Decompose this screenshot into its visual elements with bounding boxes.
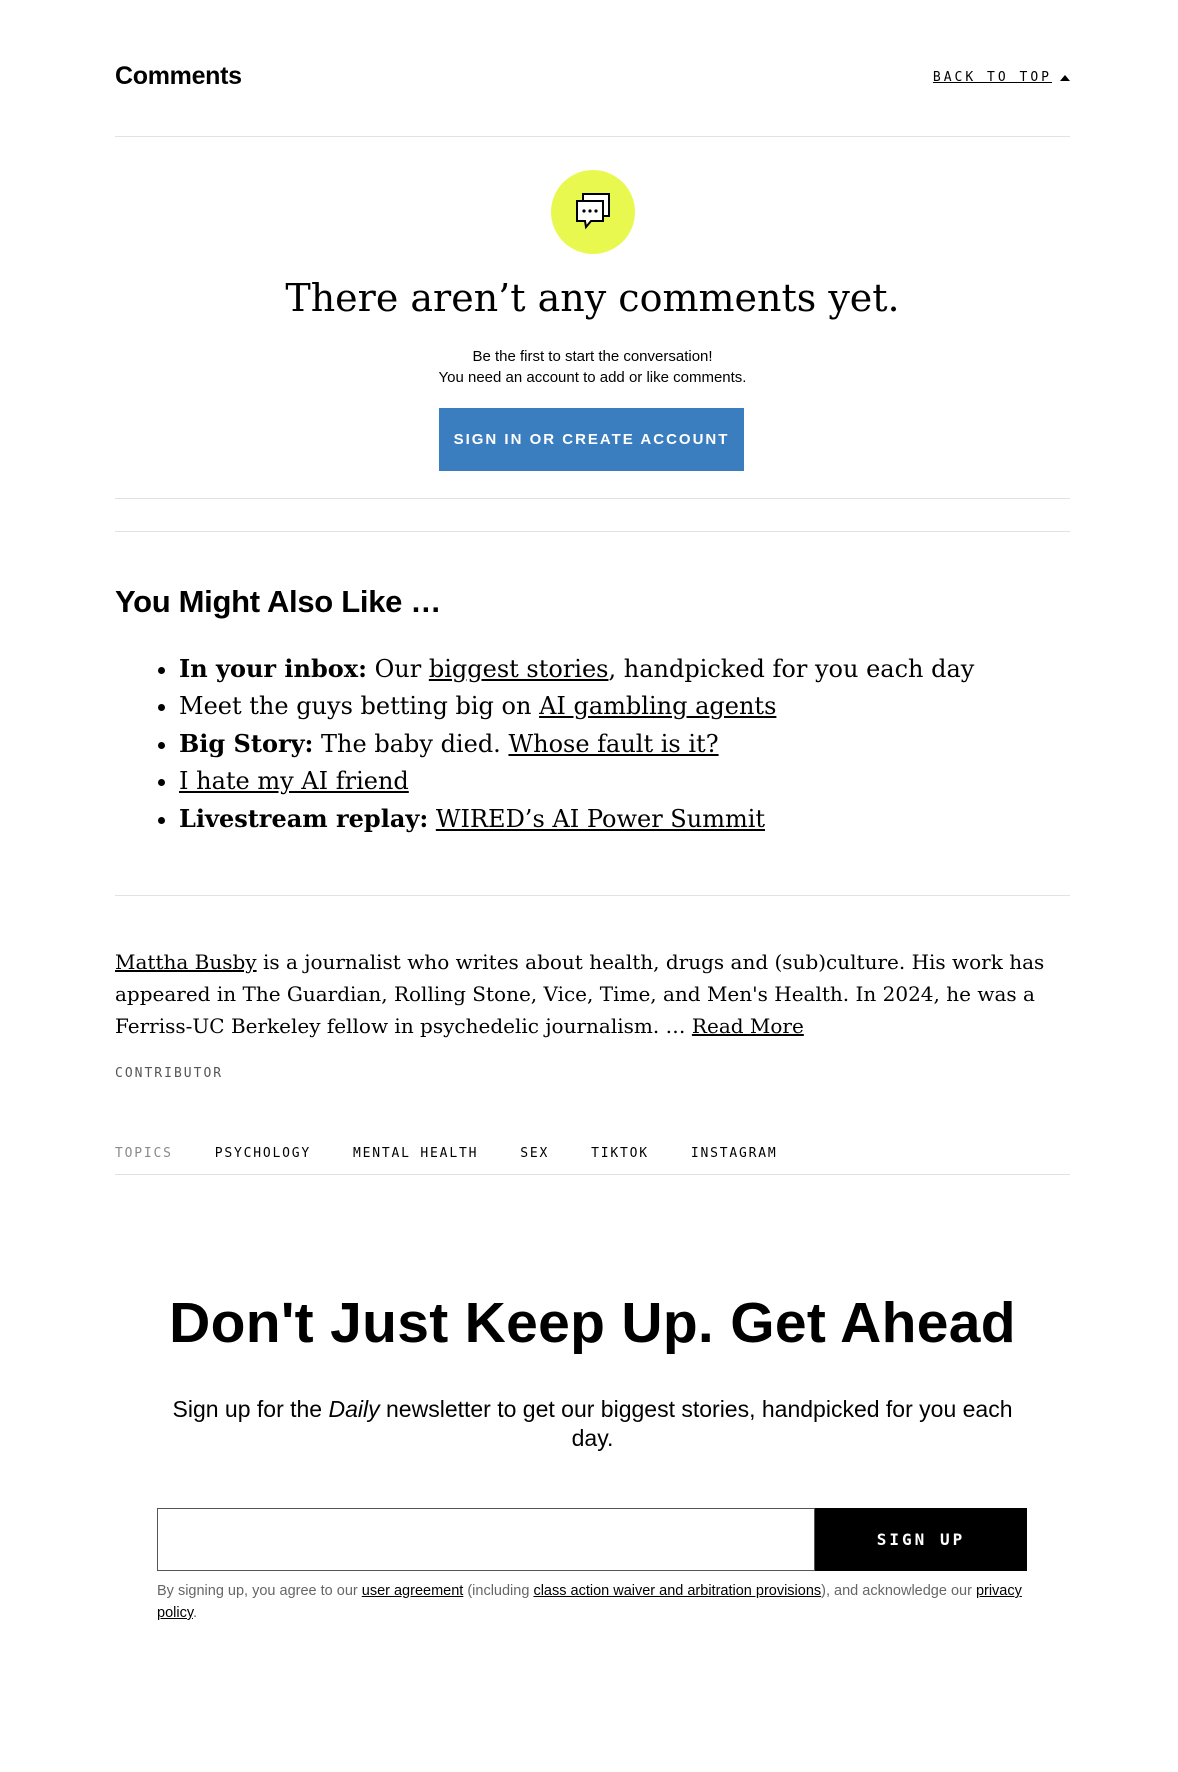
user-agreement-link[interactable]: user agreement [362, 1583, 464, 1599]
sign-up-button[interactable]: SIGN UP [815, 1508, 1027, 1571]
also-like-title: You Might Also Like … [115, 584, 442, 619]
topic-link-instagram[interactable]: INSTAGRAM [691, 1146, 778, 1161]
also-like-item-link[interactable]: AI gambling agents [539, 692, 776, 720]
legal-text: . [193, 1605, 198, 1621]
author-role: CONTRIBUTOR [115, 1066, 224, 1081]
newsletter-sub-post: newsletter to get our biggest stories, h… [379, 1396, 1013, 1451]
legal-text: By signing up, you agree to our [157, 1583, 362, 1599]
also-like-item-text: Meet the guys betting big on [179, 692, 540, 720]
read-more-link[interactable]: Read More [692, 1014, 804, 1038]
topics-bar: TOPICS PSYCHOLOGY MENTAL HEALTH SEX TIKTOK I… [115, 1146, 820, 1161]
divider [115, 895, 1070, 896]
also-like-item-link[interactable]: WIRED’s AI Power Summit [436, 805, 765, 833]
also-like-item-link[interactable]: biggest stories [429, 655, 609, 683]
newsletter-sub-pre: Sign up for the [172, 1396, 329, 1422]
also-like-item-text: Our [366, 655, 429, 683]
divider [115, 136, 1070, 137]
also-like-item-text: The baby died. [313, 730, 509, 758]
also-like-item-link[interactable]: Whose fault is it? [508, 730, 718, 758]
also-like-item: In your inbox: Our biggest stories, hand… [179, 650, 974, 688]
email-input[interactable] [157, 1508, 815, 1571]
sign-in-button[interactable]: SIGN IN OR CREATE ACCOUNT [439, 408, 744, 471]
also-like-item-link[interactable]: I hate my AI friend [179, 767, 409, 795]
caret-up-icon [1060, 74, 1070, 81]
also-like-item-text [428, 805, 436, 833]
also-like-item-label: In your inbox: [179, 654, 367, 683]
also-like-item: I hate my AI friend [179, 763, 974, 800]
newsletter-form: SIGN UP [157, 1508, 1027, 1571]
newsletter-sub-em: Daily [328, 1396, 380, 1422]
also-like-item-label: Big Story: [179, 729, 314, 758]
newsletter-subtitle: Sign up for the Daily newsletter to get … [155, 1395, 1030, 1453]
back-to-top-label: BACK TO TOP [932, 70, 1052, 85]
divider [115, 498, 1070, 499]
empty-comments-line2: You need an account to add or like comme… [438, 369, 747, 386]
topic-link-tiktok[interactable]: TIKTOK [591, 1146, 649, 1161]
divider [115, 531, 1070, 532]
comment-bubbles-icon [551, 170, 635, 254]
topic-link-mental-health[interactable]: MENTAL HEALTH [353, 1146, 478, 1161]
comments-header: Comments BACK TO TOP [115, 60, 1070, 100]
empty-comments-line1: Be the first to start the conversation! [472, 348, 713, 365]
also-like-item-label: Livestream replay: [179, 804, 429, 833]
divider [115, 1174, 1070, 1175]
also-like-item: Meet the guys betting big on AI gambling… [179, 688, 974, 725]
also-like-item: Livestream replay: WIRED’s AI Power Summ… [179, 800, 974, 838]
back-to-top-link[interactable]: BACK TO TOP [933, 70, 1070, 85]
legal-text: ), and acknowledge our [821, 1583, 976, 1599]
newsletter-legal: By signing up, you agree to our user agr… [157, 1580, 1037, 1624]
author-name-link[interactable]: Mattha Busby [115, 950, 257, 974]
also-like-list: In your inbox: Our biggest stories, hand… [115, 650, 974, 838]
author-bio: Mattha Busby is a journalist who writes … [115, 946, 1070, 1042]
also-like-item-text: , handpicked for you each day [608, 655, 975, 683]
arbitration-link[interactable]: class action waiver and arbitration prov… [533, 1583, 821, 1599]
empty-comments-subtitle: Be the first to start the conversation! … [115, 346, 1070, 388]
empty-comments-title: There aren’t any comments yet. [285, 276, 900, 320]
legal-text: (including [463, 1583, 534, 1599]
newsletter-title: Don't Just Keep Up. Get Ahead [169, 1291, 1016, 1355]
topics-label: TOPICS [115, 1146, 173, 1161]
topic-link-psychology[interactable]: PSYCHOLOGY [215, 1146, 311, 1161]
comments-title: Comments [115, 62, 242, 90]
topic-link-sex[interactable]: SEX [520, 1146, 549, 1161]
also-like-item: Big Story: The baby died. Whose fault is… [179, 725, 974, 763]
